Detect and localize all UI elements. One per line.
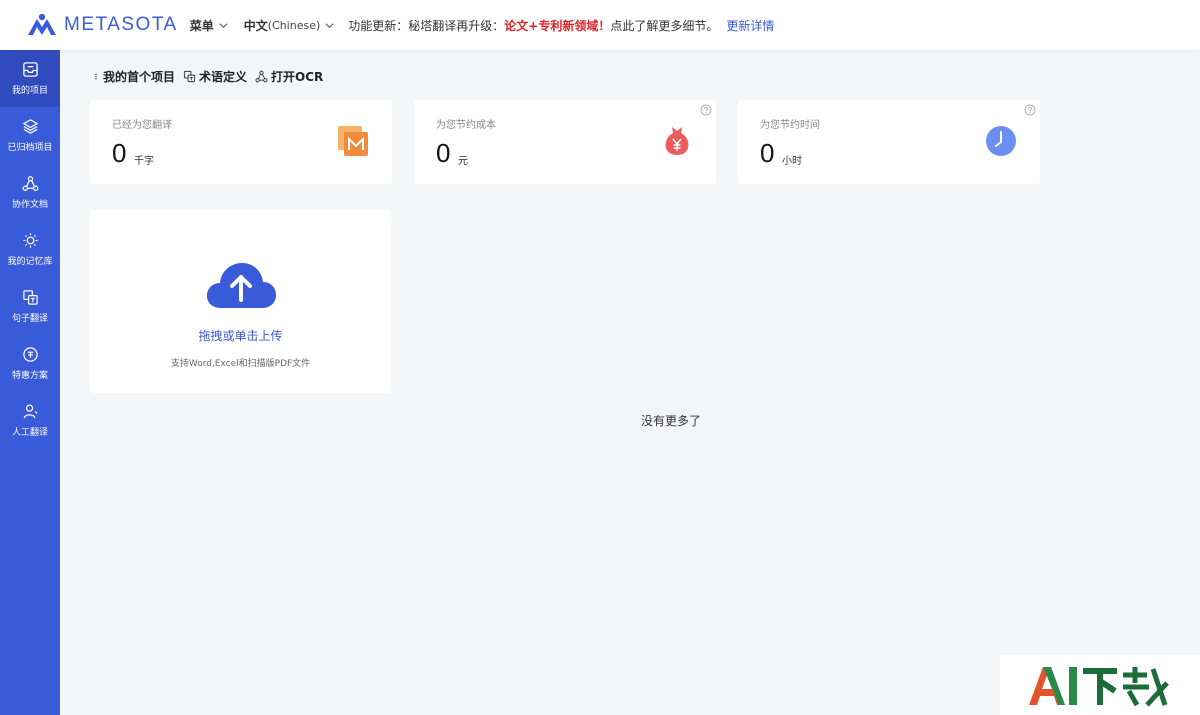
sidebar-item-label: 协作文档 [11, 200, 48, 210]
sidebar-item-collab-docs[interactable]: 协作文档 [0, 164, 60, 221]
discount-icon [22, 347, 38, 362]
upload-dropzone[interactable]: 拖拽或单击上传 支持Word,Excel和扫描版PDF文件 [90, 210, 391, 393]
stat-unit: 小时 [782, 156, 802, 167]
ocr-label: 打开OCR [271, 70, 324, 84]
stat-label: 为您节约时间 [760, 120, 820, 131]
person-icon [23, 404, 38, 419]
sidebar-item-human-translate[interactable]: 人工翻译 [0, 392, 60, 449]
ocr-icon [255, 70, 268, 83]
stat-unit: 千字 [134, 156, 154, 167]
menu-dropdown[interactable]: 菜单 [190, 17, 228, 34]
ocr-button[interactable]: 打开OCR [255, 68, 323, 85]
sidebar: 我的项目 已归档项目 协作文档 我的记忆库 句子翻译 特惠方案 人工翻译 [0, 50, 60, 715]
clock-icon [986, 126, 1016, 156]
sidebar-item-memory[interactable]: 我的记忆库 [0, 221, 60, 278]
inbox-icon [22, 62, 38, 77]
glossary-label: 术语定义 [199, 70, 248, 84]
logo-icon [28, 13, 56, 35]
stat-unit: 元 [458, 156, 468, 167]
notice-highlight: 论文+专利新领域！ [504, 18, 611, 33]
glossary-icon [183, 70, 196, 83]
cloud-upload-icon [206, 263, 276, 308]
watermark-logo [1000, 655, 1200, 715]
stat-card-translated: 已经为您翻译 0 千字 [90, 100, 392, 184]
top-bar: METASOTA 菜单 中文 (Chinese) 功能更新：秘塔翻译再升级： 论文… [0, 0, 1200, 50]
upload-subtitle: 支持Word,Excel和扫描版PDF文件 [170, 359, 311, 369]
sidebar-item-discount[interactable]: 特惠方案 [0, 335, 60, 392]
project-selector[interactable]: 我的首个项目 [92, 68, 175, 85]
sidebar-item-label: 我的项目 [11, 86, 48, 96]
sidebar-item-label: 特惠方案 [11, 371, 48, 381]
layers-icon [22, 119, 38, 134]
stat-value: 0 [760, 138, 775, 168]
list-end-text: 没有更多了 [640, 414, 701, 428]
chevron-down-icon [325, 22, 334, 28]
help-icon[interactable] [700, 104, 712, 116]
watermark-icon [1029, 667, 1169, 707]
brand-name: METASOTA [64, 14, 178, 35]
bulb-icon [22, 233, 38, 248]
sidebar-item-my-projects[interactable]: 我的项目 [0, 50, 60, 107]
notice-prefix: 功能更新：秘塔翻译再升级： [348, 18, 505, 33]
update-details-link[interactable]: 更新详情 [726, 17, 774, 34]
more-vertical-icon [95, 73, 97, 80]
main-content: 我的首个项目 术语定义 打开OCR 已经为您翻译 0 千字 为您节约成本 0 元… [60, 50, 1200, 715]
money-bag-icon [665, 127, 689, 155]
sidebar-item-label: 句子翻译 [11, 314, 48, 324]
language-dropdown[interactable]: 中文 (Chinese) [244, 17, 335, 34]
sidebar-item-label: 人工翻译 [11, 428, 48, 438]
menu-label: 菜单 [189, 18, 214, 33]
stat-card-time-saved: 为您节约时间 0 小时 [738, 100, 1040, 184]
help-icon[interactable] [1024, 104, 1036, 116]
sidebar-item-label: 已归档项目 [7, 143, 53, 153]
glossary-button[interactable]: 术语定义 [183, 68, 247, 85]
stat-value: 0 [112, 138, 127, 168]
logo[interactable]: METASOTA [26, 13, 178, 37]
chevron-down-icon [219, 22, 228, 28]
stat-card-cost-saved: 为您节约成本 0 元 [414, 100, 716, 184]
translate-icon [22, 290, 38, 305]
update-notice[interactable]: 功能更新：秘塔翻译再升级： 论文+专利新领域！ 点此了解更多细节。 更新详情 [348, 17, 774, 34]
sidebar-item-label: 我的记忆库 [7, 257, 53, 267]
sidebar-item-sentence-translate[interactable]: 句子翻译 [0, 278, 60, 335]
stat-label: 为您节约成本 [436, 120, 496, 131]
notice-suffix: 点此了解更多细节。 [610, 18, 719, 33]
project-toolbar: 我的首个项目 术语定义 打开OCR [92, 68, 323, 85]
document-m-icon [338, 126, 368, 156]
stat-label: 已经为您翻译 [112, 120, 172, 131]
project-name: 我的首个项目 [103, 70, 176, 84]
stat-value: 0 [436, 138, 451, 168]
upload-title: 拖拽或单击上传 [198, 329, 283, 343]
language-sub-label: (Chinese) [267, 18, 321, 32]
sidebar-item-archived[interactable]: 已归档项目 [0, 107, 60, 164]
language-label: 中文 [243, 18, 268, 33]
share-icon [22, 176, 38, 191]
